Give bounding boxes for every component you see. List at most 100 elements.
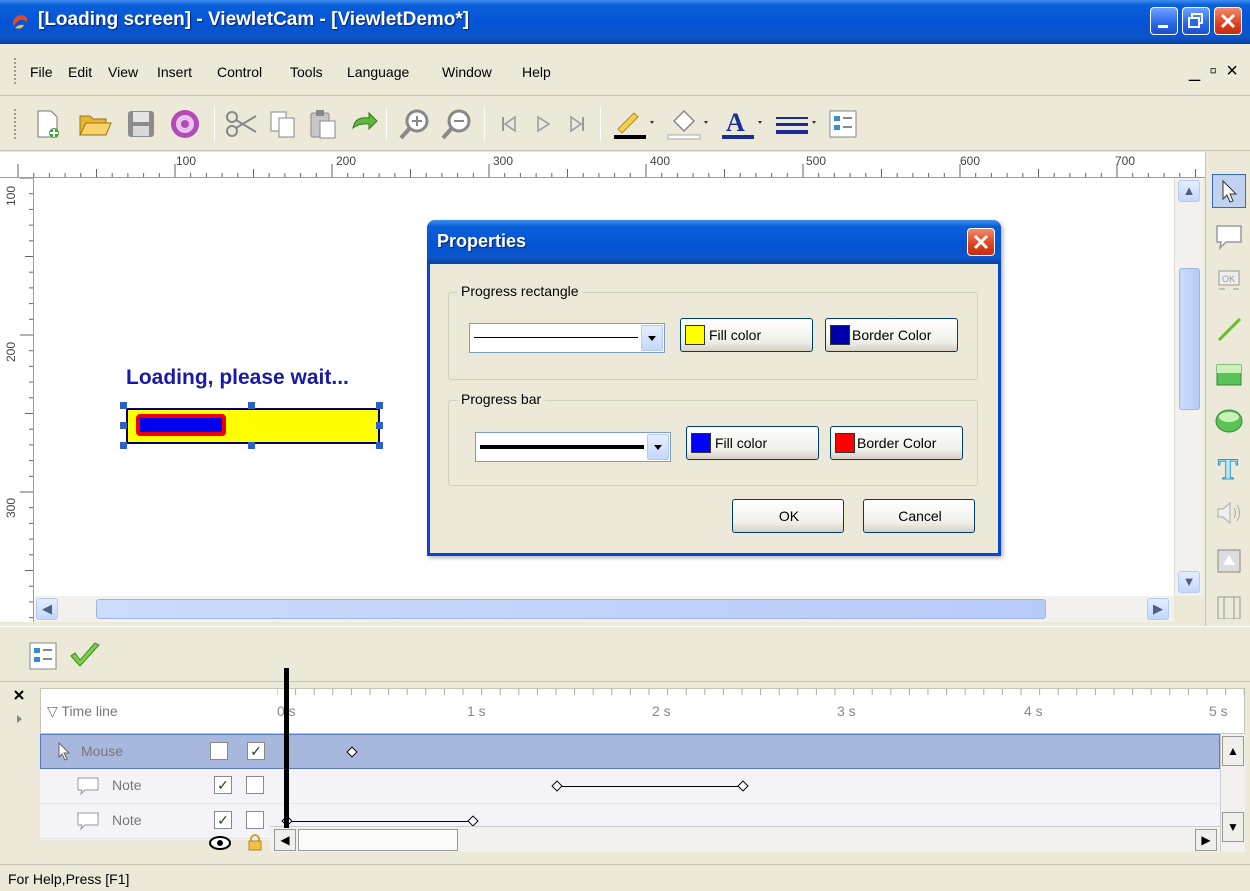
progress-bar[interactable] <box>136 414 226 436</box>
keyframe-marker[interactable] <box>346 746 358 758</box>
save-button[interactable] <box>122 105 160 143</box>
close-icon[interactable] <box>12 688 26 702</box>
line-tool[interactable] <box>1212 312 1246 346</box>
resize-handle-bl[interactable] <box>120 442 127 449</box>
zoom-out-button[interactable] <box>438 105 476 143</box>
note-tool[interactable] <box>1212 220 1246 254</box>
cancel-button[interactable]: Cancel <box>863 499 975 533</box>
properties-button[interactable] <box>824 105 862 143</box>
loading-text[interactable]: Loading, please wait... <box>126 366 349 390</box>
lock-checkbox[interactable]: ✓ <box>247 742 265 760</box>
dialog-close-button[interactable] <box>967 228 995 256</box>
timeline-row-mouse[interactable]: Mouse ✓ <box>40 734 1220 769</box>
menu-control[interactable]: Control <box>217 64 262 80</box>
resize-handle-ml[interactable] <box>120 422 127 429</box>
scroll-down-button[interactable]: ▼ <box>1178 571 1200 593</box>
paste-button[interactable] <box>304 105 342 143</box>
mdi-controls[interactable]: _ ▫ × <box>1189 60 1240 83</box>
canvas-vertical-scrollbar[interactable]: ▲ ▼ <box>1174 178 1204 596</box>
menu-insert[interactable]: Insert <box>157 64 192 80</box>
sound-tool[interactable] <box>1212 496 1246 530</box>
frame-tool[interactable] <box>1212 588 1246 622</box>
bar-border-color-button[interactable]: Border Color <box>830 426 963 460</box>
resize-handle-tl[interactable] <box>120 402 127 409</box>
play-button[interactable] <box>524 105 562 143</box>
dialog-title-bar[interactable]: Properties <box>427 220 1001 264</box>
toolbar-grip[interactable] <box>14 109 18 139</box>
minimize-button[interactable] <box>1150 7 1178 35</box>
scroll-left-button[interactable]: ◀ <box>36 598 58 620</box>
new-button[interactable] <box>28 105 66 143</box>
select-tool[interactable] <box>1212 174 1246 208</box>
rectangle-border-style-select[interactable] <box>469 323 665 353</box>
rectangle-fill-color-button[interactable]: Fill color <box>680 318 813 352</box>
menu-window[interactable]: Window <box>442 64 492 80</box>
horizontal-scroll-thumb[interactable] <box>96 599 1046 619</box>
line-style-button[interactable] <box>770 105 820 143</box>
start-marker[interactable] <box>551 780 563 792</box>
menu-edit[interactable]: Edit <box>68 64 92 80</box>
menu-grip[interactable] <box>14 58 18 84</box>
menu-help[interactable]: Help <box>522 64 551 80</box>
menu-language[interactable]: Language <box>347 64 409 80</box>
cut-button[interactable] <box>222 105 260 143</box>
eye-icon[interactable] <box>208 834 232 852</box>
bar-border-style-select[interactable] <box>475 432 671 462</box>
timeline-vertical-scrollbar[interactable]: ▲ ▼ <box>1220 734 1245 852</box>
bar-fill-color-button[interactable]: Fill color <box>686 426 819 460</box>
text-tool[interactable]: T <box>1212 450 1246 484</box>
undo-button[interactable] <box>344 105 382 143</box>
publish-button[interactable] <box>166 105 204 143</box>
timeline-scroll-left-button[interactable]: ◀ <box>274 829 296 851</box>
restore-button[interactable] <box>1182 7 1210 35</box>
pin-icon[interactable] <box>12 712 26 726</box>
timeline-scroll-down-button[interactable]: ▼ <box>1222 812 1244 842</box>
close-button[interactable] <box>1214 7 1242 35</box>
timeline-scroll-up-button[interactable]: ▲ <box>1222 736 1244 766</box>
collapse-triangle-icon[interactable]: ▽ <box>47 703 61 719</box>
duration-line[interactable] <box>558 786 744 787</box>
resize-handle-bc[interactable] <box>248 442 255 449</box>
end-marker[interactable] <box>737 780 749 792</box>
first-frame-button[interactable] <box>490 105 528 143</box>
timeline-playhead[interactable] <box>284 668 289 828</box>
progress-rectangle[interactable] <box>126 408 380 444</box>
image-tool[interactable] <box>1212 544 1246 578</box>
menu-file[interactable]: File <box>30 64 53 80</box>
ok-button[interactable]: OK <box>732 499 844 533</box>
copy-button[interactable] <box>264 105 302 143</box>
button-tool[interactable]: OK <box>1212 266 1246 300</box>
menu-tools[interactable]: Tools <box>290 64 323 80</box>
timeline-scroll-thumb[interactable] <box>298 829 458 851</box>
lock-checkbox[interactable] <box>246 811 264 829</box>
ellipse-tool[interactable] <box>1212 404 1246 438</box>
visibility-checkbox[interactable] <box>210 742 228 760</box>
zoom-in-button[interactable] <box>396 105 434 143</box>
resize-handle-mr[interactable] <box>376 422 383 429</box>
fill-color-button[interactable] <box>662 105 712 143</box>
resize-handle-br[interactable] <box>376 442 383 449</box>
slide-properties-button[interactable] <box>24 637 62 675</box>
duration-line[interactable] <box>288 821 474 822</box>
scroll-up-button[interactable]: ▲ <box>1178 180 1200 202</box>
vertical-scroll-thumb[interactable] <box>1179 268 1200 410</box>
open-button[interactable] <box>76 105 114 143</box>
timeline-horizontal-scrollbar[interactable]: ◀ ▶ <box>270 826 1220 852</box>
title-bar[interactable]: [Loading screen] - ViewletCam - [Viewlet… <box>0 0 1250 44</box>
lock-icon[interactable] <box>246 832 264 852</box>
resize-handle-tr[interactable] <box>376 402 383 409</box>
dropdown-button[interactable] <box>641 325 663 351</box>
end-marker[interactable] <box>467 815 479 827</box>
visibility-checkbox[interactable]: ✓ <box>214 776 232 794</box>
menu-view[interactable]: View <box>108 64 138 80</box>
canvas-horizontal-scrollbar[interactable]: ◀ ▶ <box>34 596 1174 622</box>
rectangle-border-color-button[interactable]: Border Color <box>825 318 958 352</box>
timeline-row-note[interactable]: Note ✓ <box>40 769 1220 804</box>
scroll-right-button[interactable]: ▶ <box>1147 598 1169 620</box>
lock-checkbox[interactable] <box>246 776 264 794</box>
dropdown-button[interactable] <box>647 434 669 460</box>
timeline-scroll-right-button[interactable]: ▶ <box>1195 829 1217 851</box>
resize-handle-tc[interactable] <box>248 402 255 409</box>
visibility-checkbox[interactable]: ✓ <box>214 811 232 829</box>
text-color-button[interactable]: A <box>716 105 766 143</box>
